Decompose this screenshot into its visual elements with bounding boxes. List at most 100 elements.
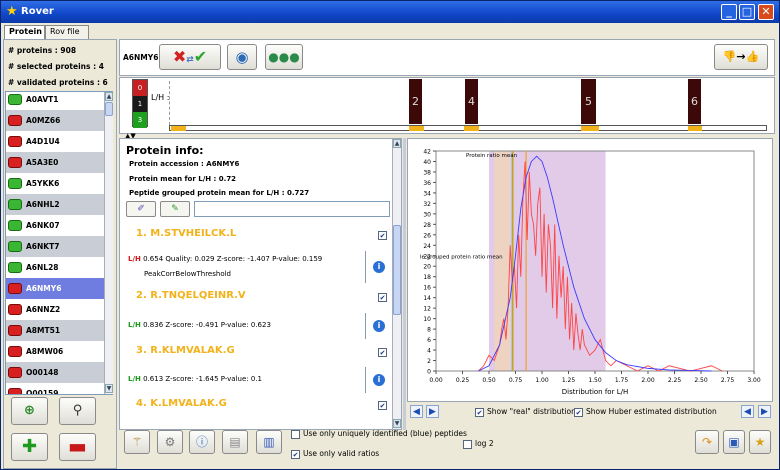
peptide-info-icon[interactable]: i (373, 374, 385, 386)
show-real-checkbox[interactable]: ✔ (475, 407, 484, 417)
chart-prev-button[interactable]: ◀ (410, 405, 423, 418)
protein-ratio-mean-annotation: Protein ratio mean (466, 153, 518, 159)
protein-list[interactable]: A0AVT1 A0MZ66 A4D1U4 A5A3E0 A5YKK6 A6NHL2 A6NK… (5, 91, 113, 395)
sequence-segment (581, 126, 599, 131)
peptide-checkbox[interactable]: ✔ (378, 348, 387, 357)
series-prev-button[interactable]: ◀ (741, 405, 754, 418)
peptide-title[interactable]: 4. K.LMVALAK.G (136, 398, 227, 409)
scroll-down-icon[interactable]: ▼ (105, 384, 113, 393)
tab-protein[interactable]: Protein (4, 25, 45, 39)
peptide-info-icon[interactable]: i (373, 261, 385, 273)
peptide-checkbox[interactable]: ✔ (378, 293, 387, 302)
zoom-out-button[interactable]: ⚲ (59, 397, 96, 425)
validated-count: # validated proteins : 6 (8, 78, 108, 87)
valid-ratios-option[interactable]: ✔ Use only valid ratios (291, 449, 379, 459)
protein-list-item[interactable]: A0AVT1 (6, 92, 106, 110)
peptide-title[interactable]: 3. R.KLMVALAK.G (136, 345, 235, 356)
scroll-thumb[interactable] (393, 225, 401, 315)
protein-list-item[interactable]: A6NL28 (6, 257, 106, 278)
wand-button[interactable]: ⚚ (124, 430, 150, 454)
info-scrollbar[interactable]: ▲ ▼ (392, 139, 401, 429)
protein-list-item[interactable]: A8MW06 (6, 341, 106, 362)
log2-label: log 2 (475, 439, 494, 448)
peptide-title[interactable]: 2. R.TNQELQEINR.V (136, 290, 246, 301)
accept-icon: ✔ (193, 47, 208, 66)
comment-input[interactable] (194, 201, 390, 217)
stats-button[interactable]: ▥ (256, 430, 282, 454)
peptide-checkbox[interactable]: ✔ (378, 231, 387, 240)
x-tick-label: 1.50 (588, 377, 602, 384)
show-huber-checkbox[interactable]: ✔ (574, 407, 583, 417)
scroll-up-icon[interactable]: ▲ (393, 139, 401, 148)
unique-peptides-option[interactable]: Use only uniquely identified (blue) pept… (291, 429, 467, 439)
y-tick-label: 24 (423, 243, 431, 250)
thumbs-swap-button[interactable]: 👎→👍 (714, 44, 768, 70)
protein-id: O00148 (26, 368, 59, 377)
protein-list-scrollbar[interactable]: ▲ ▼ (104, 92, 113, 394)
scroll-down-icon[interactable]: ▼ (393, 419, 401, 428)
maximize-button[interactable]: □ (739, 4, 755, 20)
protein-list-item[interactable]: A4D1U4 (6, 131, 106, 152)
protein-id: O00159 (26, 389, 59, 395)
protein-list-item[interactable]: A6NHL2 (6, 194, 106, 215)
add-button[interactable]: ✚ (11, 433, 48, 461)
remove-button[interactable]: ▬ (59, 433, 96, 461)
settings-button[interactable]: ⚙ (157, 430, 183, 454)
save-button[interactable]: ▣ (723, 430, 745, 454)
export-button[interactable]: ↷ (695, 430, 719, 454)
peptide-block[interactable]: 6 (688, 79, 701, 124)
protein-list-item[interactable]: A6NNZ2 (6, 299, 106, 320)
comment-button[interactable]: ✎ (160, 201, 190, 217)
peptide-checkbox[interactable]: ✔ (378, 401, 387, 410)
protein-list-item[interactable]: A6NK07 (6, 215, 106, 236)
scroll-up-icon[interactable]: ▲ (105, 92, 113, 101)
y-tick-label: 38 (423, 169, 431, 176)
y-tick-label: 42 (423, 149, 431, 156)
protein-list-item[interactable]: A5YKK6 (6, 173, 106, 194)
y-tick-label: 14 (423, 295, 431, 302)
validation-toggle-button[interactable]: ✖⇄✔ (159, 44, 221, 70)
info-gear-button[interactable]: ⓘ (189, 430, 215, 454)
protein-list-item[interactable]: A8MT51 (6, 320, 106, 341)
show-huber-option[interactable]: ✔ Show Huber estimated distribution (574, 407, 717, 417)
sequence-segment (409, 126, 424, 131)
thumbs-down-icon (8, 157, 22, 168)
protein-list-item[interactable]: A0MZ66 (6, 110, 106, 131)
protein-list-item[interactable]: O00159 (6, 383, 106, 395)
splitter[interactable] (403, 138, 406, 430)
unique-peptides-checkbox[interactable] (291, 429, 300, 439)
peptide-block[interactable]: 4 (465, 79, 478, 124)
circles-button[interactable]: ●●● (265, 44, 303, 70)
tab-rov-file[interactable]: Rov file (45, 25, 89, 39)
peptide-block[interactable]: 5 (581, 79, 596, 124)
favorite-button[interactable]: ★ (749, 430, 771, 454)
chart-next-button[interactable]: ▶ (426, 405, 439, 418)
window-title: Rover (21, 6, 54, 17)
zoom-in-button[interactable]: ⊕ (11, 397, 48, 425)
thumbs-up-icon (8, 94, 22, 105)
x-axis-label: Distribution for L/H (562, 388, 628, 396)
bar-chart-icon: ▥ (263, 435, 275, 449)
show-real-option[interactable]: ✔ Show "real" distribution (475, 407, 576, 417)
minimize-button[interactable]: _ (721, 4, 737, 20)
peptide-block[interactable]: 2 (409, 79, 422, 124)
protein-list-item[interactable]: A5A3E0 (6, 152, 106, 173)
x-tick-label: 3.00 (747, 377, 761, 384)
grouped-protein-mean: Peptide grouped protein mean for L/H : 0… (129, 189, 310, 197)
peptide-info-icon[interactable]: i (373, 320, 385, 332)
valid-ratios-checkbox[interactable]: ✔ (291, 449, 300, 459)
close-button[interactable]: ✕ (758, 4, 774, 20)
protein-list-item[interactable]: A6NMY6 (6, 278, 106, 299)
peptide-title[interactable]: 1. M.STVHEILCK.L (136, 228, 236, 239)
series-next-button[interactable]: ▶ (758, 405, 771, 418)
globe-button[interactable]: ◉ (227, 44, 257, 70)
log2-option[interactable]: log 2 (463, 439, 494, 449)
peptide-ratio-text: 0.613 Z-score: -1.645 P-value: 0.1 (140, 375, 263, 383)
protein-list-item[interactable]: O00148 (6, 362, 106, 383)
protein-id: A6NNZ2 (26, 305, 61, 314)
map-button[interactable]: ▤ (222, 430, 248, 454)
log2-checkbox[interactable] (463, 439, 472, 449)
edit-button[interactable]: ✐ (126, 201, 156, 217)
protein-list-item[interactable]: A6NKT7 (6, 236, 106, 257)
scroll-thumb[interactable] (105, 102, 113, 116)
